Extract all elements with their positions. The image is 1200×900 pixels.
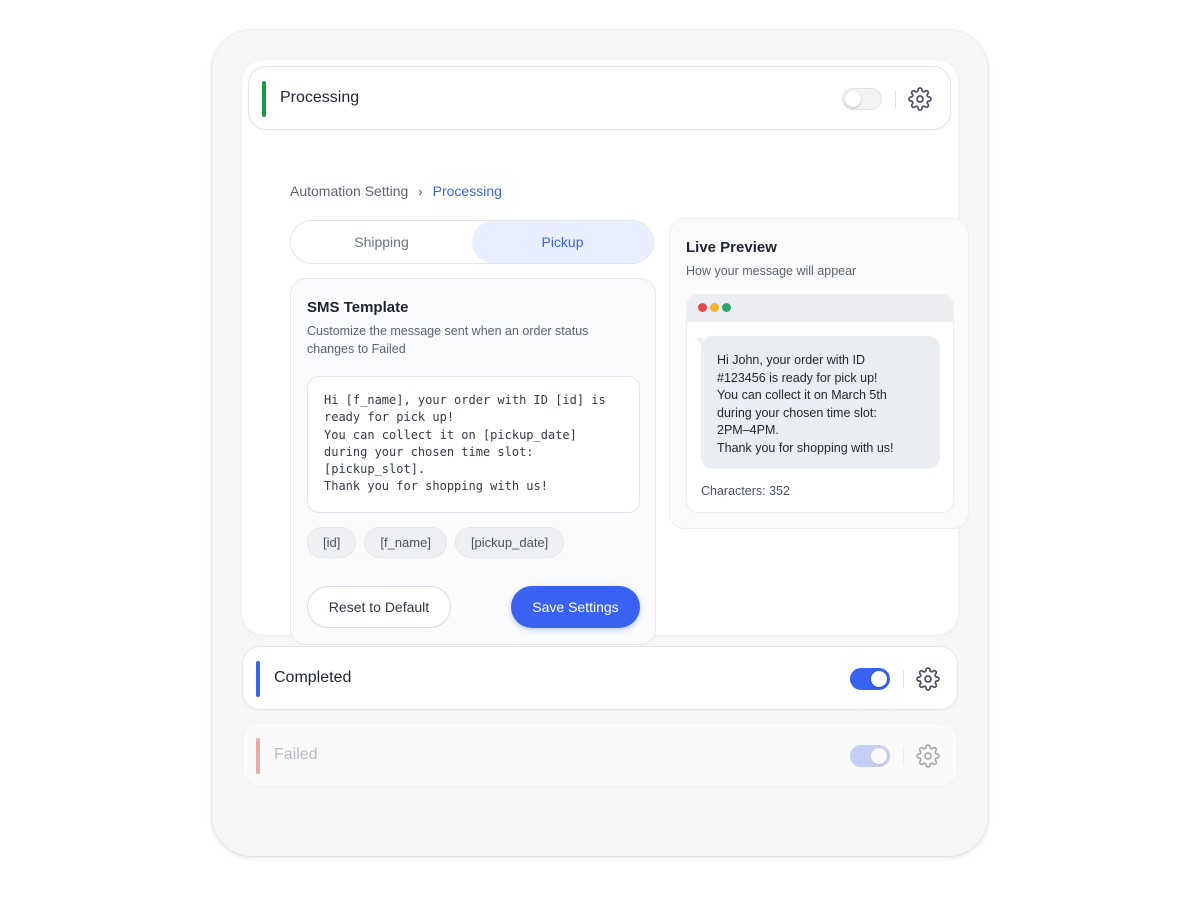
- character-count: Characters: 352: [701, 484, 790, 498]
- divider: [895, 90, 896, 108]
- tab-pickup[interactable]: Pickup: [472, 221, 653, 263]
- green-dot-icon: [722, 303, 731, 312]
- breadcrumb-current: Processing: [432, 183, 502, 199]
- message-preview-window: Hi John, your order with ID #123456 is r…: [686, 294, 954, 513]
- gear-icon[interactable]: [908, 87, 932, 111]
- status-card-failed[interactable]: Failed: [242, 723, 958, 787]
- template-textarea[interactable]: Hi [f_name], your order with ID [id] is …: [307, 376, 640, 513]
- status-bar-green: [262, 81, 266, 117]
- status-bar-red: [256, 738, 260, 774]
- divider: [903, 747, 904, 765]
- breadcrumb: Automation Setting › Processing: [290, 183, 502, 199]
- live-preview-card: Live Preview How your message will appea…: [669, 218, 969, 529]
- status-title: Completed: [274, 669, 352, 686]
- status-bar-blue: [256, 661, 260, 697]
- chip-id[interactable]: [id]: [307, 527, 357, 558]
- processing-panel: Processing Automation Setting › Processi…: [242, 60, 969, 645]
- placeholder-chips: [id] [f_name] [pickup_date]: [307, 527, 565, 558]
- toggle-knob: [871, 671, 887, 687]
- window-titlebar: [687, 295, 953, 322]
- message-bubble: Hi John, your order with ID #123456 is r…: [695, 336, 940, 469]
- status-title: Processing: [280, 89, 360, 106]
- processing-toggle[interactable]: [842, 88, 882, 110]
- live-preview-title: Live Preview: [686, 239, 777, 256]
- completed-toggle[interactable]: [850, 668, 890, 690]
- breadcrumb-parent[interactable]: Automation Setting: [290, 183, 408, 199]
- failed-toggle[interactable]: [850, 745, 890, 767]
- status-title: Failed: [274, 746, 318, 763]
- red-dot-icon: [698, 303, 707, 312]
- chip-f-name[interactable]: [f_name]: [364, 527, 447, 558]
- chip-pickup-date[interactable]: [pickup_date]: [454, 527, 565, 558]
- gear-icon[interactable]: [916, 744, 940, 768]
- tab-bar: Shipping Pickup: [290, 220, 654, 264]
- reset-to-default-button[interactable]: Reset to Default: [307, 586, 451, 628]
- status-card-processing[interactable]: Processing: [248, 66, 951, 130]
- chevron-right-icon: ›: [418, 183, 423, 199]
- sms-template-title: SMS Template: [307, 299, 409, 316]
- toggle-knob: [845, 91, 861, 107]
- device-frame: Processing Automation Setting › Processi…: [212, 30, 988, 856]
- save-settings-button[interactable]: Save Settings: [511, 586, 640, 628]
- yellow-dot-icon: [710, 303, 719, 312]
- sms-template-card: SMS Template Customize the message sent …: [290, 278, 656, 645]
- toggle-knob: [871, 748, 887, 764]
- sms-template-description: Customize the message sent when an order…: [307, 324, 589, 356]
- live-preview-subtitle: How your message will appear: [686, 264, 857, 278]
- tab-shipping[interactable]: Shipping: [291, 221, 472, 263]
- status-card-completed[interactable]: Completed: [242, 646, 958, 710]
- gear-icon[interactable]: [916, 667, 940, 691]
- divider: [903, 670, 904, 688]
